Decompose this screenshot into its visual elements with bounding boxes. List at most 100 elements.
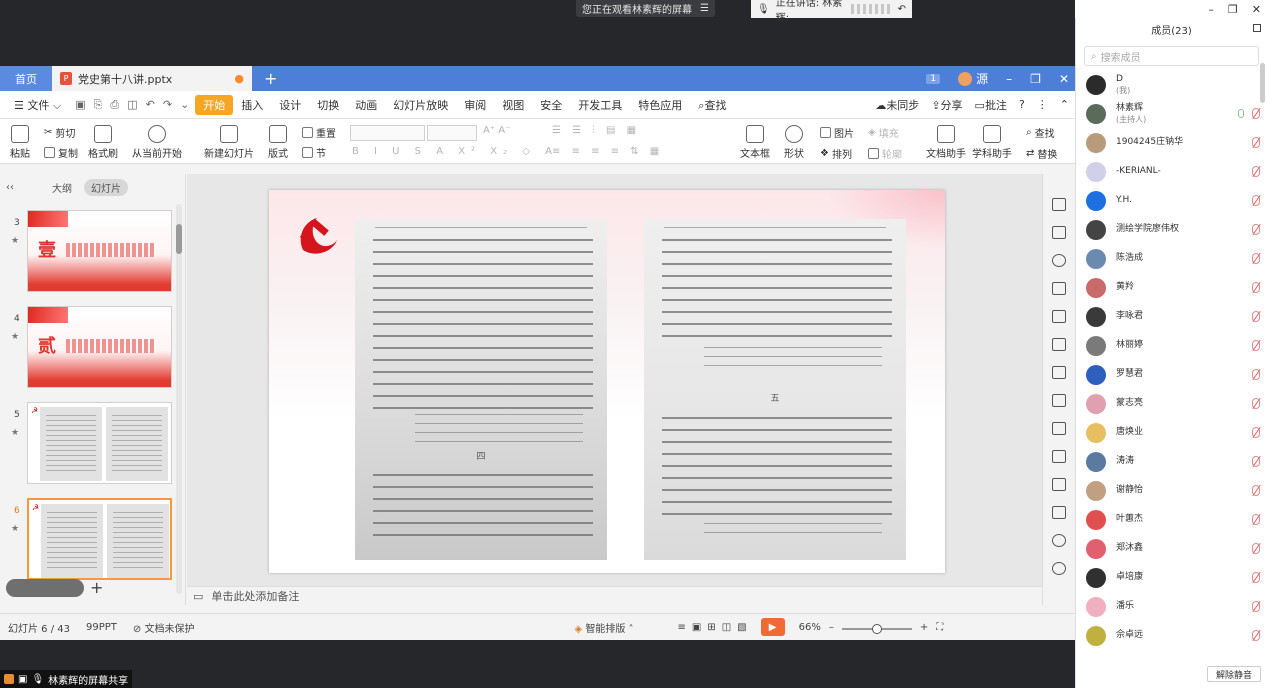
thumbnail[interactable]: 壹 (27, 210, 172, 292)
section-button[interactable]: 节 (302, 145, 326, 160)
member-row[interactable]: 黄羚 (1076, 273, 1267, 302)
member-row[interactable]: 陈浩成 (1076, 244, 1267, 273)
mic-muted-icon[interactable] (1252, 224, 1260, 235)
new-tab-button[interactable]: + (264, 66, 277, 91)
redo-icon[interactable]: ↷ (163, 98, 172, 112)
unmute-all-button[interactable]: 解除静音 (1206, 666, 1261, 682)
mic-muted-icon[interactable] (1252, 108, 1260, 119)
tab-outline[interactable]: 大纲 (52, 180, 72, 195)
history-icon[interactable] (1052, 562, 1066, 575)
menu-tab-transition[interactable]: 切换 (309, 97, 347, 113)
paragraph-icons[interactable]: ☰ ☰ ⫶ ▤ ▦ (552, 125, 640, 136)
window-count-badge[interactable]: 1 (926, 73, 941, 84)
file-menu[interactable]: ☰ 文件 ⌵ (6, 97, 69, 113)
restore-icon[interactable]: ❐ (1030, 72, 1041, 86)
mic-muted-icon[interactable] (1252, 282, 1260, 293)
properties-icon[interactable] (1052, 198, 1066, 211)
mic-muted-icon[interactable] (1252, 601, 1260, 612)
member-row[interactable]: 林素辉 (主持人) (1076, 99, 1267, 128)
tab-slides[interactable]: 幻灯片 (84, 178, 128, 196)
animation-icon[interactable] (1052, 226, 1066, 239)
backup-icon[interactable] (1052, 394, 1066, 407)
study-assistant-button[interactable]: 学科助手 (972, 125, 1012, 160)
member-row[interactable]: 罗慧君 (1076, 360, 1267, 389)
mic-muted-icon[interactable] (1252, 253, 1260, 264)
fill-icon[interactable] (1052, 282, 1066, 295)
mic-muted-icon[interactable] (1252, 543, 1260, 554)
smart-layout-button[interactable]: ◈ 智能排版 ˄ (574, 620, 633, 635)
thumbnail[interactable]: 贰 (27, 306, 172, 388)
restore-icon[interactable]: ❐ (1228, 3, 1238, 16)
member-row[interactable]: 李咏君 (1076, 302, 1267, 331)
menu-tab-slideshow[interactable]: 幻灯片放映 (385, 97, 456, 113)
settings-sliders-icon[interactable] (1052, 366, 1066, 379)
member-row[interactable]: 涛涛 (1076, 447, 1267, 476)
minimize-icon[interactable]: – (1208, 3, 1214, 16)
share-out-icon[interactable] (1052, 422, 1066, 435)
member-row[interactable]: 唐焕业 (1076, 418, 1267, 447)
member-row[interactable]: 潘乐 (1076, 592, 1267, 621)
zoom-out-icon[interactable]: – (829, 622, 834, 633)
zoom-in-icon[interactable]: + (920, 622, 928, 633)
template-icon[interactable] (1052, 450, 1066, 463)
backup-cloud-icon[interactable] (1052, 534, 1066, 547)
mic-muted-icon[interactable] (1252, 456, 1260, 467)
member-row[interactable]: 卓培康 (1076, 563, 1267, 592)
member-row[interactable]: 测绘学院廖伟权 (1076, 215, 1267, 244)
member-row[interactable]: 林丽婷 (1076, 331, 1267, 360)
tab-document[interactable]: P 党史第十八讲.pptx ● (52, 66, 252, 91)
menu-search[interactable]: ⌕查找 (690, 97, 734, 113)
grid-icon[interactable] (1052, 310, 1066, 323)
arrange-button[interactable]: ❖ 排列 (820, 146, 852, 161)
undo-icon[interactable]: ↶ (146, 98, 155, 112)
scrollbar-thumb[interactable] (176, 224, 182, 254)
back-icon[interactable]: ↶ (898, 4, 906, 15)
outline-button[interactable]: 轮廓 (868, 146, 902, 161)
mic-muted-icon[interactable] (1252, 485, 1260, 496)
mic-muted-icon[interactable] (1252, 195, 1260, 206)
member-row[interactable]: -KERIANL- (1076, 157, 1267, 186)
mic-muted-icon[interactable] (1252, 369, 1260, 380)
view-mode-icons[interactable]: ≡▣⊞◫▧ (678, 622, 753, 633)
menu-tab-features[interactable]: 特色应用 (630, 97, 690, 113)
menu-tab-design[interactable]: 设计 (271, 97, 309, 113)
thumbnail[interactable]: ☭ (27, 402, 172, 484)
audio-icon[interactable] (1052, 506, 1066, 519)
member-row[interactable]: Y.H. (1076, 186, 1267, 215)
menu-tab-animation[interactable]: 动画 (347, 97, 385, 113)
collapse-icon[interactable]: ⌃ (1060, 98, 1069, 111)
view-toggle-group[interactable] (6, 578, 84, 597)
menu-tab-developer[interactable]: 开发工具 (570, 97, 630, 113)
menu-icon[interactable]: ☰ (700, 3, 709, 14)
image-icon[interactable] (1052, 478, 1066, 491)
mic-muted-icon[interactable] (1252, 166, 1260, 177)
member-row[interactable]: D (我) (1076, 70, 1267, 99)
cut-button[interactable]: ✂ 剪切 (44, 125, 75, 140)
close-icon[interactable]: ✕ (1059, 72, 1069, 86)
notes-bar[interactable]: ▭ 单击此处添加备注 (187, 586, 1042, 605)
picture-button[interactable]: 图片 (820, 125, 854, 140)
mic-muted-icon[interactable] (1252, 398, 1260, 409)
zoom-knob[interactable] (871, 623, 882, 634)
find-button[interactable]: ⌕ 查找 (1026, 125, 1055, 140)
replace-button[interactable]: ⇄ 替换 (1026, 146, 1057, 161)
menu-tab-view[interactable]: 视图 (494, 97, 532, 113)
play-slideshow-button[interactable]: ▶ (760, 618, 785, 636)
play-from-current-button[interactable]: 从当前开始 (132, 125, 182, 160)
tab-home[interactable]: 首页 (0, 66, 52, 91)
protect-status[interactable]: ⊘ 文档未保护 (133, 620, 195, 635)
fit-window-icon[interactable]: ⛶ (936, 622, 943, 633)
slide-canvas[interactable]: 四 五 ✥ (187, 174, 1042, 606)
menu-tab-security[interactable]: 安全 (532, 97, 570, 113)
textbox-button[interactable]: 文本框 (740, 125, 770, 160)
popout-icon[interactable] (1253, 24, 1261, 32)
save-icon[interactable]: ▣ (75, 98, 85, 112)
member-row[interactable]: 叶蕙杰 (1076, 505, 1267, 534)
add-slide-icon[interactable]: + (90, 578, 103, 597)
font-name-field[interactable] (350, 125, 425, 141)
member-row[interactable]: 蒙志亮 (1076, 389, 1267, 418)
mic-muted-icon[interactable] (1252, 630, 1260, 641)
thumbnail[interactable]: ☭ (27, 498, 172, 580)
fill-button[interactable]: ◈ 填充 (868, 125, 899, 140)
more-options-icon[interactable]: ⋮ (1037, 98, 1048, 111)
